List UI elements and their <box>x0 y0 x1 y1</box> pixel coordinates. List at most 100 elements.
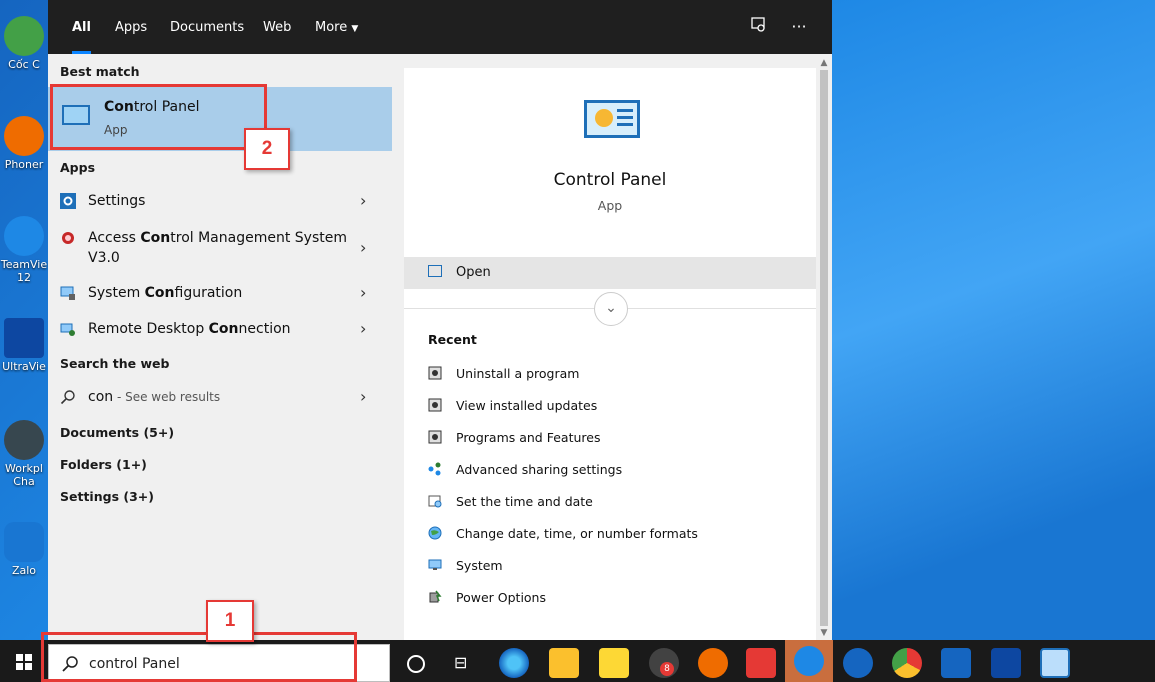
calendar-clock-icon <box>428 495 442 508</box>
desktop-icon-label: Zalo <box>11 564 37 577</box>
control-panel-taskbar-icon[interactable] <box>1040 648 1070 678</box>
coc-coc-icon <box>4 16 44 56</box>
zalo-icon <box>4 522 44 562</box>
desktop-icon-label: Cốc C <box>8 58 40 71</box>
recent-item-uninstall[interactable]: Uninstall a program <box>428 364 808 384</box>
scroll-down-icon[interactable]: ▼ <box>816 626 832 640</box>
file-explorer-icon[interactable] <box>549 648 579 678</box>
tab-documents[interactable]: Documents <box>158 0 256 54</box>
power-options-icon <box>429 590 442 603</box>
web-result-label: con - See web results <box>88 389 221 405</box>
open-action[interactable]: Open <box>404 257 816 289</box>
web-result[interactable]: con - See web results › <box>48 387 392 407</box>
scroll-thumb[interactable] <box>820 70 828 626</box>
tab-apps[interactable]: Apps <box>103 0 159 54</box>
recent-item-system[interactable]: System <box>428 556 808 576</box>
programs-icon <box>428 430 442 444</box>
system-configuration-icon <box>60 286 75 300</box>
recent-item-label: Advanced sharing settings <box>456 462 623 477</box>
callout-2: 2 <box>244 128 290 170</box>
task-view-icon[interactable]: ⊟ <box>454 655 474 673</box>
recent-item-view-updates[interactable]: View installed updates <box>428 396 808 416</box>
chevron-down-icon: ▼ <box>351 24 359 34</box>
recent-item-formats[interactable]: Change date, time, or number formats <box>428 524 808 544</box>
cortana-icon[interactable] <box>407 655 425 673</box>
recent-item-sharing[interactable]: Advanced sharing settings <box>428 460 808 480</box>
settings-category[interactable]: Settings (3+) <box>60 489 154 504</box>
desktop-icon-zalo[interactable]: Zalo <box>0 516 48 606</box>
recent-item-label: Power Options <box>456 590 546 605</box>
desktop-icon-label: Workpl <box>5 462 43 475</box>
desktop-icon-label: UltraVie <box>2 360 46 373</box>
app-result-label: Settings <box>88 193 146 209</box>
desktop-wallpaper <box>830 0 1155 640</box>
recent-item-power[interactable]: Power Options <box>428 588 808 608</box>
recent-item-label: View installed updates <box>456 398 598 413</box>
desktop-icon-phoner[interactable]: Phoner <box>0 110 48 200</box>
open-icon <box>428 265 442 277</box>
recent-item-label: Change date, time, or number formats <box>456 526 698 541</box>
search-tabs-bar: All Apps Documents Web More ▼ ··· <box>48 0 832 54</box>
ultraviewer-icon <box>4 318 44 358</box>
recent-item-label: Programs and Features <box>456 430 601 445</box>
app-result-access-control[interactable]: Access Control Management System V3.0 › <box>48 228 392 268</box>
anydesk-icon[interactable] <box>746 648 776 678</box>
feedback-icon[interactable] <box>748 16 770 38</box>
workplace-chat-icon <box>4 420 44 460</box>
tab-more[interactable]: More ▼ <box>303 0 370 54</box>
chevron-right-icon[interactable]: › <box>360 191 374 210</box>
desktop-icon-teamviewer[interactable]: TeamVie 12 <box>0 210 48 300</box>
app-result-settings[interactable]: Settings › <box>48 191 392 211</box>
chevron-right-icon[interactable]: › <box>360 283 374 302</box>
open-label: Open <box>456 265 491 280</box>
more-options-icon[interactable]: ··· <box>788 16 810 38</box>
desktop-icon-ultraviewer[interactable]: UltraVie <box>0 312 48 402</box>
teamviewer-taskbar-tile[interactable] <box>785 640 833 682</box>
app-result-system-configuration[interactable]: System Configuration › <box>48 283 392 303</box>
programs-icon <box>428 366 442 380</box>
desktop-icons: Cốc C Phoner TeamVie 12 UltraVie Workpl … <box>0 10 48 630</box>
notification-badge: 8 <box>660 662 674 676</box>
chrome-icon[interactable] <box>892 648 922 678</box>
outlook-icon[interactable] <box>991 648 1021 678</box>
remote-desktop-icon <box>60 323 75 336</box>
chevron-right-icon[interactable]: › <box>360 387 374 406</box>
windows-start-icon[interactable] <box>16 654 32 670</box>
teamviewer-icon <box>4 216 44 256</box>
computer-icon <box>428 559 442 570</box>
documents-category[interactable]: Documents (5+) <box>60 425 174 440</box>
preview-pane: Control Panel App Open ⌄ Recent Uninstal… <box>404 68 816 640</box>
callout-1: 1 <box>206 600 254 642</box>
tab-web[interactable]: Web <box>251 0 303 54</box>
tab-more-label: More <box>315 20 348 35</box>
ultraviewer-taskbar-icon[interactable] <box>843 648 873 678</box>
chevron-right-icon[interactable]: › <box>360 238 374 257</box>
chevron-right-icon[interactable]: › <box>360 319 374 338</box>
recent-item-time-date[interactable]: Set the time and date <box>428 492 808 512</box>
word-icon[interactable] <box>941 648 971 678</box>
desktop-icon-label: Phoner <box>4 158 44 171</box>
recent-item-label: Set the time and date <box>456 494 593 509</box>
teamviewer-taskbar-icon <box>794 646 824 676</box>
app-result-label: Access Control Management System V3.0 <box>88 230 347 266</box>
tab-all[interactable]: All <box>60 0 103 54</box>
programs-icon <box>428 398 442 412</box>
folders-category[interactable]: Folders (1+) <box>60 457 147 472</box>
best-match-header: Best match <box>60 64 140 79</box>
app-result-label: Remote Desktop Connection <box>88 321 291 337</box>
desktop-icon-workplace-chat[interactable]: Workpl Cha <box>0 414 48 504</box>
expand-chevron-icon[interactable]: ⌄ <box>594 292 628 326</box>
phoner-taskbar-icon[interactable] <box>698 648 728 678</box>
desktop-icon-coc-coc[interactable]: Cốc C <box>0 10 48 100</box>
desktop-icon-label-line2: 12 <box>17 271 31 284</box>
recent-item-programs-features[interactable]: Programs and Features <box>428 428 808 448</box>
sticky-notes-icon[interactable] <box>599 648 629 678</box>
recent-item-label: System <box>456 558 503 573</box>
app-result-remote-desktop[interactable]: Remote Desktop Connection › <box>48 319 392 339</box>
scroll-up-icon[interactable]: ▲ <box>816 56 832 70</box>
gear-icon <box>60 193 76 209</box>
control-panel-large-icon <box>584 100 640 138</box>
search-icon <box>60 390 75 405</box>
edge-icon[interactable] <box>499 648 529 678</box>
preview-scrollbar[interactable]: ▲ ▼ <box>816 54 832 640</box>
